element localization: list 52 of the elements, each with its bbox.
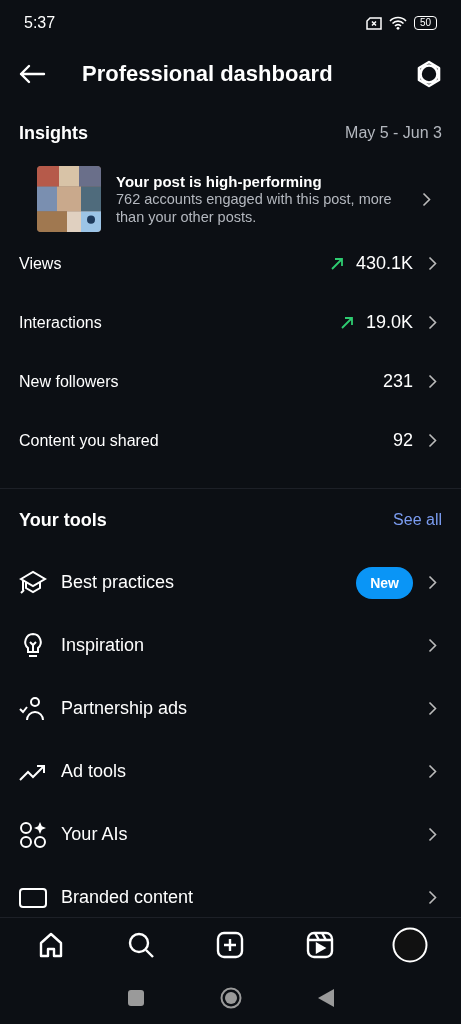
metric-value: 231 [382,371,413,392]
no-sim-icon [365,16,382,30]
section-title: Insights [19,122,88,144]
home-button[interactable] [219,987,242,1009]
post-insight-row[interactable]: Your post is high-performing 762 accounts engaged with this post, more than your other posts. [0,164,461,234]
metric-row[interactable]: Views 430.1K [0,234,461,293]
circles-sparkle-icon [18,819,48,850]
post-title: Your post is high-performing [116,172,323,190]
tool-label: Partnership ads [61,698,189,719]
tool-label: Branded content [61,887,195,908]
metric-value: 430.1K [355,253,413,274]
chevron-right-icon [428,433,437,448]
chevron-right-icon [422,191,431,207]
chevron-right-icon [428,890,437,905]
page-title: Professional dashboard [82,61,334,87]
metric-label: New followers [19,372,120,391]
chevron-right-icon [428,575,437,590]
chevron-right-icon [428,764,437,779]
chevron-right-icon [428,701,437,716]
metric-row[interactable]: Content you shared 92 [0,411,461,470]
new-badge: New [356,566,413,599]
chevron-right-icon [428,374,437,389]
recents-button[interactable] [127,990,144,1006]
tool-row[interactable]: Your AIs [0,803,461,866]
chevron-right-icon [428,638,437,653]
metric-value: 92 [392,430,413,451]
tool-label: Inspiration [61,635,146,656]
tool-label: Ad tools [61,761,128,782]
tool-row[interactable]: Best practices New [0,551,461,614]
metric-label: Views [19,254,63,273]
tool-row[interactable]: Branded content [0,866,461,917]
chevron-right-icon [428,256,437,271]
metric-row[interactable]: Interactions 19.0K [0,293,461,352]
metric-label: Interactions [19,313,103,332]
tool-label: Best practices [61,572,176,593]
date-range: May 5 - Jun 3 [345,124,442,142]
back-nav-button[interactable] [317,989,334,1007]
tool-row[interactable]: Partnership ads [0,677,461,740]
metric-row[interactable]: New followers 231 [0,352,461,411]
tool-label: Your AIs [61,824,129,845]
chevron-right-icon [428,315,437,330]
post-description: 762 accounts engaged with this post, more than your other posts. [116,190,393,226]
section-title: Your tools [19,509,107,531]
chevron-right-icon [428,827,437,842]
metric-label: Content you shared [19,431,160,450]
tool-row[interactable]: Inspiration [0,614,461,677]
metric-value: 19.0K [365,312,413,333]
see-all-link[interactable]: See all [393,511,442,529]
wifi-icon [388,16,407,30]
battery-indicator: 50 [413,16,437,30]
tool-row[interactable]: Ad tools [0,740,461,803]
status-time: 5:37 [24,14,56,32]
